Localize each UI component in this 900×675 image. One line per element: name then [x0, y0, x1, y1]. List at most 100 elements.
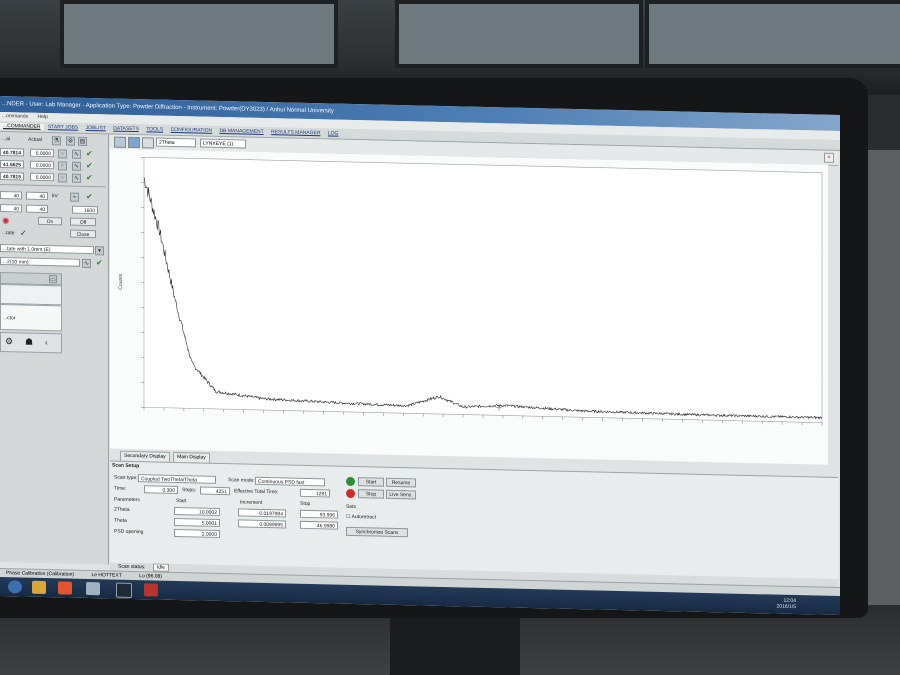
folder-icon[interactable]	[32, 580, 46, 595]
scan-type-label: Scan type:	[114, 474, 138, 482]
increment-input[interactable]: 0.0099995	[238, 519, 286, 529]
scan-setup-panel: Scan Setup Scan type: Coupled TwoTheta/T…	[110, 460, 838, 581]
effective-time-value: 1281	[300, 488, 330, 498]
detector-panel-item[interactable]: ...ctor	[0, 304, 62, 332]
diffraction-chart[interactable]: Counts	[110, 148, 828, 465]
tab-db-management[interactable]: DB MANAGEMENT	[217, 128, 267, 135]
axis-dropdown[interactable]: 2Theta	[156, 137, 196, 148]
scan-mode-dropdown[interactable]: Continuous PSD fast	[255, 476, 325, 487]
plot-area	[143, 156, 823, 423]
background-window	[395, 0, 643, 68]
xray-icon: ✺	[2, 216, 10, 227]
scan-type-dropdown[interactable]: Coupled TwoTheta/Theta	[138, 474, 216, 484]
tube-icon[interactable]: ⌁	[70, 192, 79, 202]
tab-tools[interactable]: TOOLS	[143, 126, 166, 133]
generator-row: 40 40 kV ⌁ ✔	[0, 190, 106, 203]
diffrac-app-icon[interactable]	[116, 582, 132, 598]
increment-input[interactable]: 0.0197984	[238, 508, 286, 518]
menu-help[interactable]: Help	[38, 114, 48, 120]
stop-button[interactable]: Stop	[358, 489, 384, 499]
synchronize-scans-button[interactable]: Synchronize Scans	[346, 526, 408, 538]
app-icon[interactable]	[86, 581, 100, 596]
menu-commands[interactable]: ...ommands	[2, 113, 28, 120]
start-menu-icon[interactable]	[8, 580, 22, 594]
option-row: ...tate ✓ Close	[0, 228, 106, 241]
stop-input[interactable]: 93.996	[300, 509, 338, 519]
slit-dropdown[interactable]: ...2(10 mm)	[0, 257, 80, 267]
tab-start-jobs[interactable]: START JOBS	[45, 124, 81, 131]
background-window	[60, 0, 338, 68]
tab-configuration[interactable]: CONFIGURATION	[168, 127, 216, 134]
time-label: Time:	[114, 485, 127, 492]
axis-value[interactable]: 41.5625	[0, 160, 24, 169]
off-button[interactable]: Off	[70, 217, 96, 227]
current-value[interactable]: 40	[0, 204, 22, 213]
media-icon[interactable]	[58, 581, 72, 595]
chevron-down-icon[interactable]: ▾	[95, 246, 104, 256]
window-icon[interactable]: ▭	[49, 275, 57, 284]
time-input[interactable]: 0.300	[144, 485, 178, 495]
stop-input[interactable]: 46.9980	[300, 520, 338, 530]
check-icon: ✔	[86, 191, 93, 202]
axis-row: 40.7815 0.0000 ▫ ∿ ✔	[0, 171, 106, 184]
axis-actual: 0.0000	[30, 172, 54, 182]
resume-button[interactable]: Resume	[386, 477, 416, 488]
overlay-icon[interactable]	[142, 137, 154, 149]
check-icon: ✔	[96, 258, 103, 268]
tab-log[interactable]: LOG	[325, 130, 342, 136]
checkmark-icon: ✓	[20, 228, 27, 238]
tab-datasets[interactable]: DATASETS	[110, 126, 142, 133]
graph-icon[interactable]: ∿	[72, 173, 81, 183]
graph-icon[interactable]: ∿	[72, 149, 81, 159]
axis-value[interactable]: 40.7815	[0, 172, 24, 181]
tab-joblist[interactable]: JOBLIST	[83, 125, 109, 132]
generator-row: 40 40 1600	[0, 203, 106, 216]
voltage-value[interactable]: 40	[0, 191, 22, 200]
start-column-label: Start	[176, 497, 187, 505]
axis-value[interactable]: 40.7814	[0, 148, 24, 157]
check-icon: ✔	[86, 160, 93, 171]
autoretract-label: Autoretract	[351, 513, 377, 521]
chevron-left-icon[interactable]: ‹	[45, 337, 48, 348]
detector-label: ...ctor	[3, 315, 16, 322]
background-window	[645, 0, 900, 68]
zoom-icon[interactable]	[114, 136, 126, 148]
gear-icon[interactable]: ⚙	[5, 336, 13, 347]
start-icon	[346, 476, 355, 487]
graph-icon[interactable]: ∿	[82, 258, 91, 269]
param-name: 2Theta	[114, 506, 130, 513]
autoretract-checkbox[interactable]: ☐ Autoretract	[346, 513, 376, 522]
clock-date: 2016/1/5	[776, 603, 796, 611]
live-sens-button[interactable]: Live Sens.	[386, 489, 416, 500]
on-button[interactable]: On	[38, 216, 62, 226]
graph-icon[interactable]: ∿	[72, 161, 81, 171]
start-input[interactable]: 10.0002	[174, 506, 220, 516]
steps-input[interactable]: 4251	[200, 486, 230, 496]
column-label-requested: ...al	[2, 136, 11, 143]
stop-icon	[346, 488, 355, 499]
current-actual: 40	[26, 204, 48, 214]
flask-icon[interactable]: ⚗	[52, 136, 61, 146]
start-input[interactable]: 2.0000	[174, 528, 220, 538]
status-mode: Le HOTTEXT	[91, 572, 122, 579]
effective-time-label: Effective Total Time:	[234, 488, 279, 496]
close-icon[interactable]: ×	[824, 152, 834, 163]
screen: ...NDER - User: Lab Manager - Applicatio…	[0, 96, 840, 616]
settings-icon[interactable]: ⚙	[66, 136, 75, 146]
voltage-unit: kV	[52, 193, 58, 200]
lock-icon[interactable]: ▫	[58, 149, 67, 159]
view-icon[interactable]	[128, 136, 140, 149]
user-icon[interactable]: ☗	[25, 337, 33, 348]
detector-dropdown[interactable]: LYNXEYE (1)	[200, 138, 246, 149]
tab-results-manager[interactable]: RESULTS MANAGER	[268, 129, 323, 136]
chart-icon[interactable]: ▤	[78, 136, 87, 146]
close-button[interactable]: Close	[70, 229, 96, 239]
start-input[interactable]: 5.0001	[174, 517, 220, 527]
start-button[interactable]: Start	[358, 477, 384, 487]
lock-icon[interactable]: ▫	[58, 173, 67, 183]
browser-icon[interactable]	[144, 583, 158, 597]
parameters-label: Parameters	[114, 496, 140, 504]
optics-dropdown[interactable]: ...tate with 1.0mm (E)	[0, 244, 94, 255]
tab-commander[interactable]: ...COMMANDER	[0, 123, 44, 130]
lock-icon[interactable]: ▫	[58, 161, 67, 171]
